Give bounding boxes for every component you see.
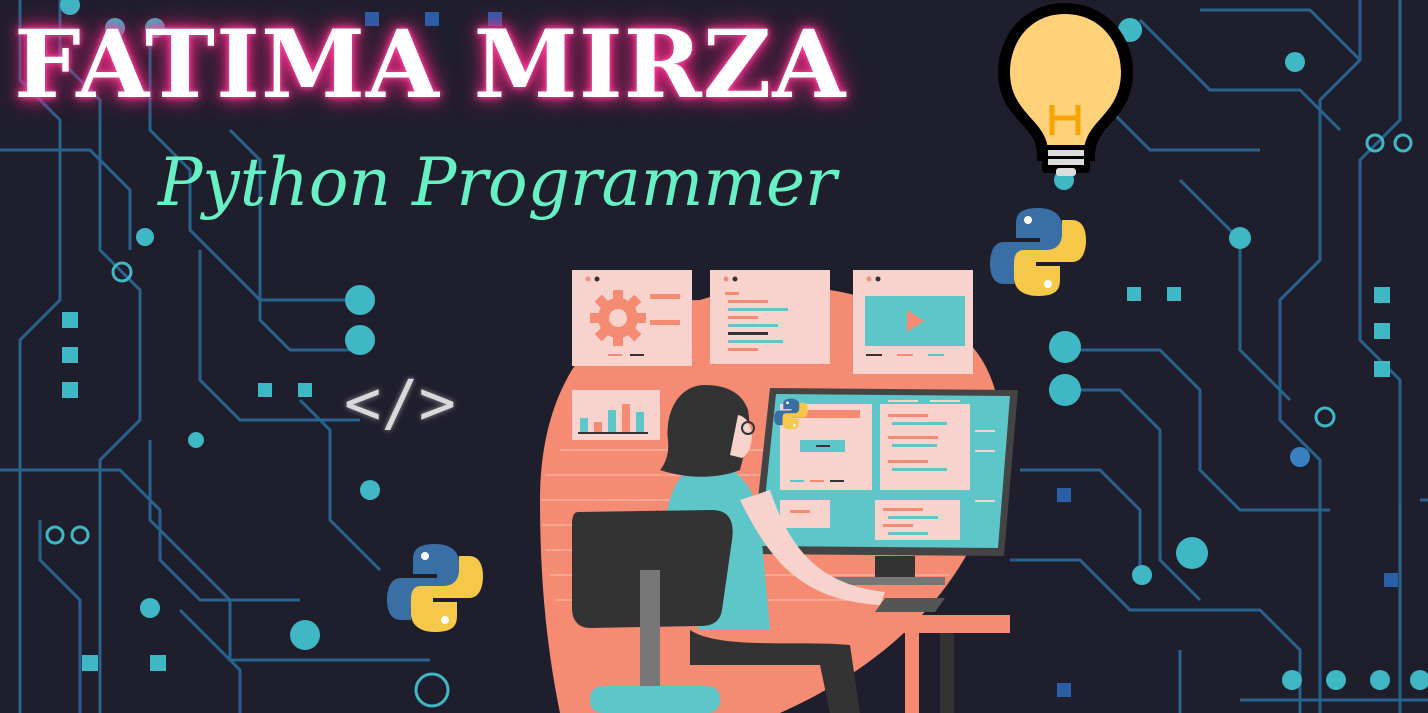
gear-icon <box>590 290 646 346</box>
banner: FATIMA MIRZA Python Programmer </> <box>0 0 1428 713</box>
programmer-illustration <box>540 270 1018 713</box>
